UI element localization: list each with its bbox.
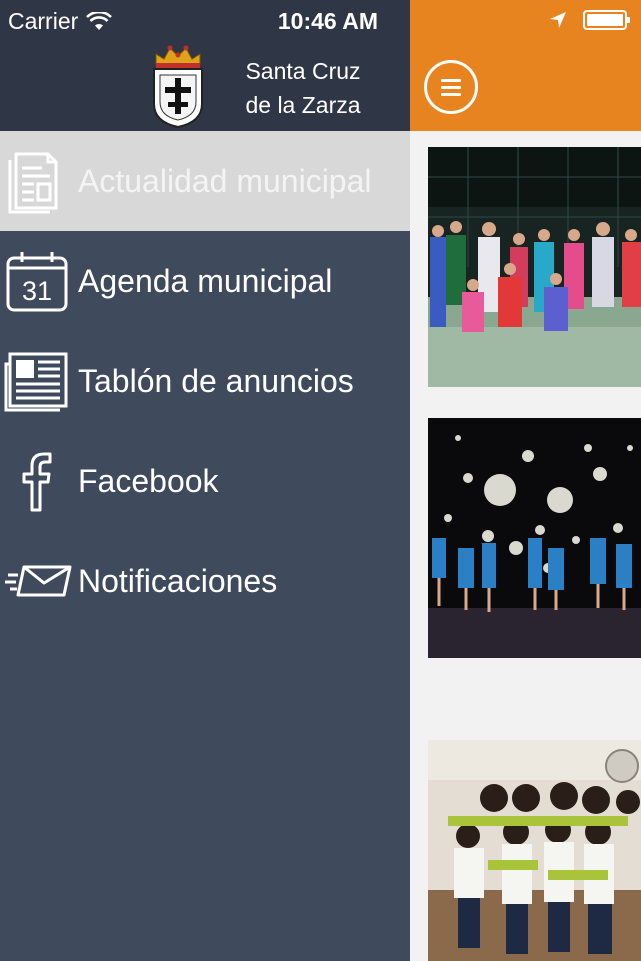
town-name: Santa Cruz de la Zarza [228, 54, 378, 122]
menu-item-label: Tablón de anuncios [78, 362, 354, 399]
wifi-icon [86, 11, 113, 30]
group-portrait-photo [428, 740, 641, 961]
drawer-menu: Actualidad municipal 31 Agenda municipal [0, 131, 410, 631]
menu-item-facebook[interactable]: Facebook [0, 431, 410, 531]
status-time: 10:46 AM [277, 8, 378, 34]
newspaper-icon [8, 152, 58, 214]
menu-item-agenda-municipal[interactable]: 31 Agenda municipal [0, 231, 410, 331]
top-bar [410, 0, 641, 131]
menu-item-label: Notificaciones [78, 562, 278, 599]
hamburger-line [441, 92, 461, 96]
calendar-day-number: 31 [22, 276, 52, 306]
padel-team-photo [428, 147, 641, 387]
status-bar-left: Carrier [8, 8, 113, 35]
hamburger-line [441, 78, 461, 82]
calendar-icon: 31 [6, 252, 68, 312]
status-bar-right [549, 10, 630, 30]
dance-performance-photo [428, 418, 641, 658]
drawer-header: Carrier 10:46 AM Santa Cruz de la Zarza [0, 0, 410, 131]
side-menu-drawer: Carrier 10:46 AM Santa Cruz de la Zarza … [0, 0, 410, 961]
menu-item-tablon-de-anuncios[interactable]: Tablón de anuncios [0, 331, 410, 431]
menu-item-label: Agenda municipal [78, 262, 333, 299]
news-card[interactable] [428, 740, 641, 961]
battery-icon [583, 10, 630, 30]
menu-item-actualidad-municipal[interactable]: Actualidad municipal [0, 131, 410, 231]
facebook-icon [22, 452, 52, 512]
town-crest-logo [153, 45, 203, 128]
main-content-panel [410, 0, 641, 961]
hamburger-line [441, 85, 461, 89]
envelope-icon [5, 565, 72, 597]
news-card[interactable] [428, 418, 641, 658]
menu-item-notificaciones[interactable]: Notificaciones [0, 531, 410, 631]
town-name-line2: de la Zarza [245, 92, 361, 118]
location-arrow-icon [550, 12, 566, 28]
bulletin-board-icon [4, 352, 68, 412]
menu-toggle-button[interactable] [424, 60, 478, 114]
town-name-line1: Santa Cruz [245, 58, 361, 84]
menu-item-label: Facebook [78, 462, 219, 499]
news-card[interactable] [428, 147, 641, 387]
menu-item-label: Actualidad municipal [78, 162, 372, 199]
carrier-label: Carrier [8, 8, 79, 34]
